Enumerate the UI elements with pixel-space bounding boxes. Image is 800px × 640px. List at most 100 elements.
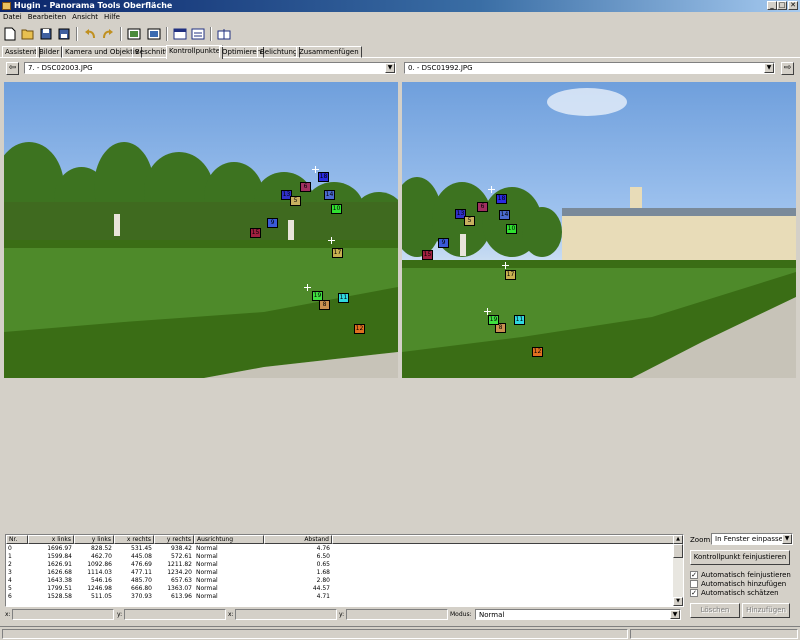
add-image-icon[interactable]	[126, 26, 142, 42]
auto-estimate-checkbox[interactable]: ✓ Automatisch schätzen	[690, 589, 779, 598]
column-header[interactable]: y links	[74, 535, 114, 544]
chevron-down-icon[interactable]: ▼	[385, 63, 395, 73]
table-cell: 531.45	[131, 545, 152, 552]
control-point[interactable]: 11	[338, 293, 349, 303]
tab-kontrollpunkte[interactable]: Kontrollpunkte	[166, 45, 224, 59]
control-point[interactable]: 18	[318, 172, 329, 182]
menu-ansicht[interactable]: Ansicht	[69, 12, 101, 23]
optimize-icon[interactable]	[190, 26, 206, 42]
control-point[interactable]: 12	[354, 324, 365, 334]
table-row[interactable]: 1 1599.84 462.70 445.08 572.61 Normal 6.50	[6, 553, 674, 561]
y-right-field[interactable]	[346, 609, 448, 620]
column-header[interactable]: Ausrichtung	[194, 535, 264, 544]
add-time-series-icon[interactable]	[146, 26, 162, 42]
table-row[interactable]: 3 1626.68 1114.03 477.11 1234.20 Normal 1.68	[6, 569, 674, 577]
control-point[interactable]: 17	[332, 248, 343, 258]
checkbox-box[interactable]	[690, 580, 698, 588]
next-image-button[interactable]: ⇨	[781, 62, 794, 75]
crosshair-icon	[484, 308, 491, 315]
zoom-select[interactable]: In Fenster einpassen ▼	[711, 533, 793, 545]
fine-tune-button[interactable]: Kontrollpunkt feinjustieren	[690, 550, 790, 565]
tab-zusammenfuegen[interactable]: Zusammenfügen	[296, 46, 362, 58]
control-point[interactable]: 14	[499, 210, 510, 220]
menu-datei[interactable]: Datei	[0, 12, 25, 23]
scroll-thumb[interactable]	[673, 544, 683, 558]
table-scrollbar[interactable]: ▲ ▼	[673, 535, 683, 606]
x-right-field[interactable]	[235, 609, 337, 620]
chevron-down-icon[interactable]: ▼	[782, 534, 792, 544]
control-point[interactable]: 18	[496, 194, 507, 204]
auto-add-checkbox[interactable]: Automatisch hinzufügen	[690, 580, 786, 589]
redo-icon[interactable]	[100, 26, 116, 42]
undo-icon[interactable]	[82, 26, 98, 42]
column-header[interactable]: x links	[28, 535, 74, 544]
column-header[interactable]: Nr.	[6, 535, 28, 544]
control-point-table[interactable]: Nr. x links y links x rechts y rechts Au…	[5, 534, 684, 607]
control-point[interactable]: 10	[506, 224, 517, 234]
preview-icon[interactable]	[172, 26, 188, 42]
front-hedge-and-path	[402, 272, 796, 378]
control-point[interactable]: 15	[422, 250, 433, 260]
control-point[interactable]: 17	[505, 270, 516, 280]
window-title: Hugin - Panorama Tools Oberfläche	[14, 1, 173, 10]
column-header[interactable]: y rechts	[154, 535, 194, 544]
tab-bilder[interactable]: Bilder	[36, 46, 63, 58]
table-cell: 1246.98	[87, 585, 112, 592]
y-left-field[interactable]	[124, 609, 226, 620]
tab-assistent[interactable]: Assistent	[2, 46, 40, 58]
stitch-icon[interactable]	[216, 26, 232, 42]
status-segment	[2, 629, 628, 639]
maximize-button[interactable]: □	[777, 1, 787, 10]
right-image-select[interactable]: 0. - DSC01992.JPG ▼	[404, 62, 775, 74]
open-folder-icon[interactable]	[20, 26, 36, 42]
menu-bearbeiten[interactable]: Bearbeiten	[25, 12, 69, 23]
save-icon[interactable]	[38, 26, 54, 42]
column-header[interactable]: x rechts	[114, 535, 154, 544]
right-image-view[interactable]: 18 6 13 14 10 9 15 17 8 11 12 19 5	[402, 82, 796, 378]
control-point[interactable]: 11	[514, 315, 525, 325]
checkbox-box[interactable]: ✓	[690, 589, 698, 597]
chevron-down-icon[interactable]: ▼	[670, 610, 680, 619]
new-file-icon[interactable]	[2, 26, 18, 42]
table-row[interactable]: 5 1799.51 1246.98 666.80 1363.07 Normal 44.57	[6, 585, 674, 593]
control-point[interactable]: 10	[331, 204, 342, 214]
save-as-icon[interactable]	[56, 26, 72, 42]
tab-belichtung[interactable]: Belichtung	[257, 46, 301, 58]
control-point[interactable]: 8	[319, 300, 330, 310]
column-header[interactable]: Abstand	[264, 535, 332, 544]
scroll-up-icon[interactable]: ▲	[673, 535, 683, 544]
delete-button[interactable]: Löschen	[690, 603, 740, 618]
table-row[interactable]: 0 1696.97 828.52 531.45 938.42 Normal 4.76	[6, 545, 674, 553]
tab-kamera-objektiv[interactable]: Kamera und Objektiv	[62, 46, 142, 58]
table-cell: 4	[8, 577, 12, 584]
table-cell: 1234.20	[167, 569, 192, 576]
scroll-down-icon[interactable]: ▼	[673, 597, 683, 606]
add-button[interactable]: Hinzufügen	[742, 603, 790, 618]
close-button[interactable]: ✕	[788, 1, 798, 10]
previous-image-button[interactable]: ⇦	[6, 62, 19, 75]
menu-hilfe[interactable]: Hilfe	[101, 12, 123, 23]
control-point[interactable]: 9	[267, 218, 278, 228]
control-point[interactable]: 5	[290, 196, 301, 206]
left-image-view[interactable]: 18 6 13 14 10 9 15 17 8 11 12 19 5	[4, 82, 398, 378]
chevron-down-icon[interactable]: ▼	[764, 63, 774, 73]
control-point[interactable]: 6	[300, 182, 311, 192]
left-image-select[interactable]: 7. - DSC02003.JPG ▼	[24, 62, 396, 74]
minimize-button[interactable]: _	[767, 1, 777, 10]
checkbox-box[interactable]: ✓	[690, 571, 698, 579]
control-point[interactable]: 12	[532, 347, 543, 357]
x-left-field[interactable]	[12, 609, 114, 620]
table-row[interactable]: 2 1626.91 1092.86 476.69 1211.82 Normal 0.65	[6, 561, 674, 569]
control-point[interactable]: 19	[488, 315, 499, 325]
control-point[interactable]: 15	[250, 228, 261, 238]
mode-select[interactable]: Normal ▼	[475, 609, 681, 620]
control-point[interactable]: 9	[438, 238, 449, 248]
control-point[interactable]: 19	[312, 291, 323, 301]
control-point[interactable]: 14	[324, 190, 335, 200]
control-point[interactable]: 5	[464, 216, 475, 226]
table-row[interactable]: 6 1528.58 511.05 370.93 613.96 Normal 4.71	[6, 593, 674, 601]
table-cell: 1528.58	[47, 593, 72, 600]
auto-fine-tune-checkbox[interactable]: ✓ Automatisch feinjustieren	[690, 571, 791, 580]
table-row[interactable]: 4 1643.38 546.16 485.70 657.63 Normal 2.80	[6, 577, 674, 585]
control-point[interactable]: 6	[477, 202, 488, 212]
